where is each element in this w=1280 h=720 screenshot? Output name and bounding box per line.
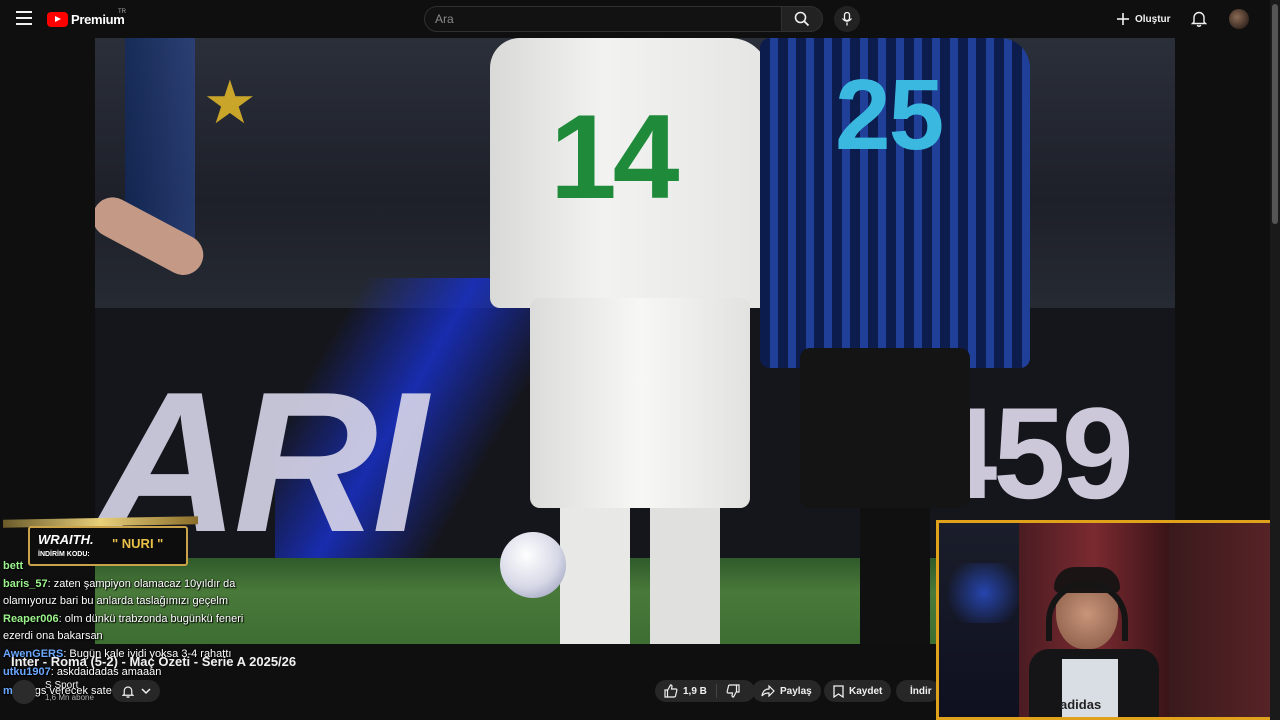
download-button[interactable]: İndir xyxy=(896,680,940,702)
video-title: Inter - Roma (5-2) - Maç Özeti - Serie A… xyxy=(11,654,297,669)
star-icon: ★ xyxy=(203,69,257,136)
webcam-overlay: adidas xyxy=(936,520,1280,720)
dislike-icon[interactable] xyxy=(726,684,740,698)
channel-avatar[interactable] xyxy=(12,680,36,704)
plus-icon xyxy=(1117,13,1129,25)
chat-text: : olm dünkü trabzonda bugünkü feneri xyxy=(58,613,244,625)
blue-leg xyxy=(860,508,930,644)
white-leg-left xyxy=(560,508,630,644)
like-dislike-group: 1,9 B xyxy=(655,680,755,702)
promo-box: WRAITH. İNDİRİM KODU: " NURI " xyxy=(28,526,188,566)
channel-subscriber-count: 1,6 Mn abone xyxy=(45,693,94,702)
bell-icon xyxy=(1190,11,1208,27)
white-shirt-number: 14 xyxy=(550,90,679,224)
notifications-button[interactable] xyxy=(1190,10,1208,32)
download-label: İndir xyxy=(910,685,932,697)
channel-name[interactable]: S Sport xyxy=(45,680,78,691)
chat-username[interactable]: bett xyxy=(3,560,23,572)
chat-text: : zaten şampiyon olamacaz 10yıldır da xyxy=(47,578,236,590)
create-label: Oluştur xyxy=(1135,13,1171,25)
subscription-bell-button[interactable] xyxy=(112,680,160,702)
logo-text: Premium xyxy=(71,11,125,27)
like-icon[interactable] xyxy=(664,684,678,698)
search-input[interactable]: Ara xyxy=(424,6,782,32)
youtube-play-icon xyxy=(47,11,68,27)
sponsor-badge: WRAITH. İNDİRİM KODU: " NURI " xyxy=(3,494,198,580)
promo-brand: WRAITH. xyxy=(38,532,94,547)
chat-message: bett xyxy=(3,560,23,572)
youtube-premium-logo[interactable]: Premium xyxy=(47,10,125,28)
white-leg-right xyxy=(650,508,720,644)
chat-text: olamıyoruz bari bu anlarda taslağımızı g… xyxy=(3,595,228,607)
save-label: Kaydet xyxy=(849,685,883,697)
create-button[interactable]: Oluştur xyxy=(1116,8,1171,30)
share-icon xyxy=(761,685,775,697)
chat-message: olamıyoruz bari bu anlarda taslağımızı g… xyxy=(3,595,228,607)
voice-search-button[interactable] xyxy=(834,6,860,32)
football xyxy=(500,532,566,598)
search-icon xyxy=(794,11,810,27)
like-divider xyxy=(715,684,717,698)
menu-icon[interactable] xyxy=(16,11,32,25)
save-button[interactable]: Kaydet xyxy=(824,680,892,702)
bell-icon xyxy=(121,685,134,698)
logo-country-code: TR xyxy=(118,9,126,15)
bookmark-icon xyxy=(833,684,844,698)
microphone-icon xyxy=(841,12,853,26)
streamer: adidas xyxy=(1029,567,1159,717)
webcam-blue-light xyxy=(939,563,1029,623)
top-bar: Premium TR Ara Oluştur xyxy=(0,0,1280,38)
white-shorts xyxy=(530,298,750,508)
share-button[interactable]: Paylaş xyxy=(752,680,821,702)
chat-username[interactable]: Reaper006 xyxy=(3,613,59,625)
chevron-down-icon xyxy=(140,688,151,695)
promo-code-label: İNDİRİM KODU: xyxy=(38,551,90,558)
page-scrollbar[interactable] xyxy=(1270,0,1280,720)
account-avatar[interactable] xyxy=(1229,9,1249,29)
chat-message: ezerdi ona bakarsan xyxy=(3,630,103,642)
webcam-bg-right xyxy=(1169,523,1277,717)
share-label: Paylaş xyxy=(780,685,812,697)
like-count: 1,9 B xyxy=(683,685,707,697)
blue-shirt-number: 25 xyxy=(835,59,944,171)
chat-message: Reaper006: olm dünkü trabzonda bugünkü f… xyxy=(3,613,243,625)
promo-code: " NURI " xyxy=(112,536,164,551)
chat-username[interactable]: baris_57 xyxy=(3,578,48,590)
blue-shorts xyxy=(800,348,970,508)
search-button[interactable] xyxy=(781,6,823,32)
chat-text: ezerdi ona bakarsan xyxy=(3,630,103,642)
shirt-logo: adidas xyxy=(1060,697,1102,712)
chat-message: baris_57: zaten şampiyon olamacaz 10yıld… xyxy=(3,578,235,590)
scrollbar-thumb[interactable] xyxy=(1272,4,1278,224)
